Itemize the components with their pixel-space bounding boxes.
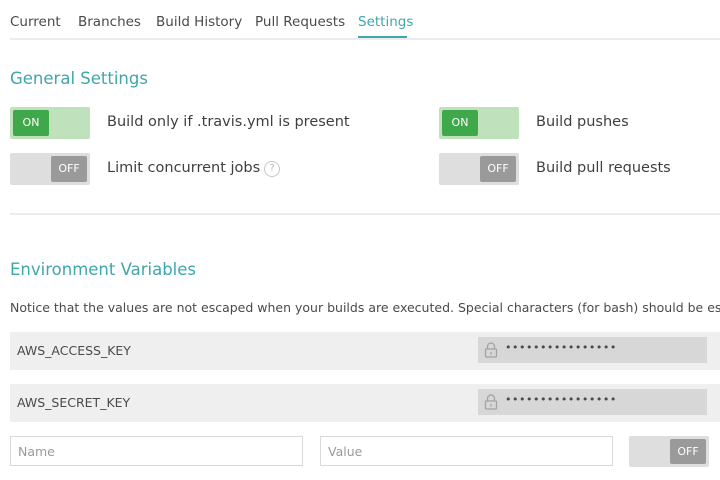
tab-current[interactable]: Current — [10, 14, 61, 30]
build-only-travis-yml-label: Build only if .travis.yml is present — [107, 114, 350, 130]
build-pushes-toggle[interactable]: ON — [439, 107, 519, 139]
tab-build-history[interactable]: Build History — [156, 14, 242, 30]
env-var-value: •••••••••••••••• — [478, 337, 707, 363]
repo-settings-page: Current Branches Build History Pull Requ… — [0, 0, 720, 480]
tab-branches[interactable]: Branches — [78, 14, 141, 30]
env-name-input[interactable] — [10, 436, 303, 466]
env-value-input[interactable] — [320, 436, 613, 466]
lock-icon — [484, 394, 498, 410]
lock-icon — [484, 342, 498, 358]
limit-concurrent-jobs-toggle[interactable]: OFF — [10, 153, 90, 185]
build-pushes-label: Build pushes — [536, 114, 629, 130]
build-pull-requests-toggle[interactable]: OFF — [439, 153, 519, 185]
build-only-travis-yml-toggle[interactable]: ON — [10, 107, 90, 139]
env-var-value: •••••••••••••••• — [478, 389, 707, 415]
section-divider — [10, 213, 720, 215]
env-escape-notice: Notice that the values are not escaped w… — [10, 300, 720, 315]
tab-settings[interactable]: Settings — [358, 14, 413, 30]
build-pull-requests-label: Build pull requests — [536, 160, 671, 176]
env-var-name: AWS_SECRET_KEY — [17, 395, 131, 410]
env-var-name: AWS_ACCESS_KEY — [17, 343, 131, 358]
help-icon[interactable]: ? — [264, 161, 281, 177]
toggle-knob: OFF — [670, 439, 706, 464]
repo-tabs: Current Branches Build History Pull Requ… — [10, 0, 720, 40]
env-var-row: AWS_SECRET_KEY •••••••••••••••• — [10, 384, 720, 422]
env-var-row: AWS_ACCESS_KEY •••••••••••••••• — [10, 332, 720, 370]
environment-variables-title: Environment Variables — [10, 260, 197, 279]
toggle-knob: OFF — [51, 156, 87, 182]
toggle-knob: OFF — [480, 156, 516, 182]
limit-concurrent-jobs-label: Limit concurrent jobs? — [107, 160, 281, 177]
display-value-in-build-log-toggle[interactable]: OFF — [629, 436, 709, 467]
general-settings-title: General Settings — [10, 69, 148, 88]
toggle-knob: ON — [442, 110, 478, 136]
masked-value: •••••••••••••••• — [505, 393, 617, 406]
active-tab-indicator — [358, 36, 407, 38]
tab-pull-requests[interactable]: Pull Requests — [255, 14, 345, 30]
masked-value: •••••••••••••••• — [505, 341, 617, 354]
toggle-knob: ON — [13, 110, 49, 136]
limit-concurrent-jobs-text: Limit concurrent jobs — [107, 160, 261, 176]
